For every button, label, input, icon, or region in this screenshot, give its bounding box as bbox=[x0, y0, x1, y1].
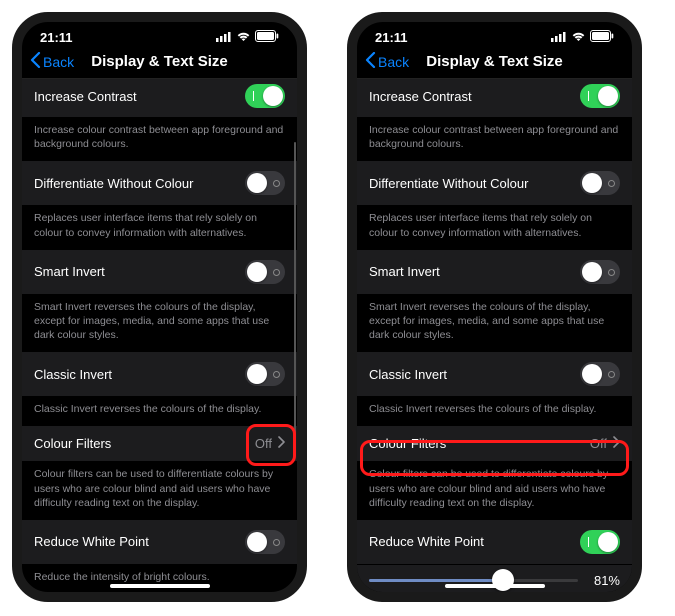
row-reduce-white-point[interactable]: Reduce White Point bbox=[22, 520, 297, 565]
chevron-right-icon bbox=[278, 436, 285, 451]
row-label: Differentiate Without Colour bbox=[34, 176, 193, 191]
row-label: Increase Contrast bbox=[34, 89, 137, 104]
scroll-indicator bbox=[294, 142, 296, 442]
status-bar: 21:11 bbox=[22, 22, 297, 47]
wifi-icon bbox=[236, 30, 251, 45]
row-label: Colour Filters bbox=[369, 436, 446, 451]
phone-right: 21:11 Back Display & Text Size Increase … bbox=[347, 12, 642, 602]
row-diff-without-colour[interactable]: Differentiate Without Colour bbox=[22, 161, 297, 206]
slider-thumb[interactable] bbox=[492, 569, 514, 591]
status-indicators bbox=[551, 30, 614, 45]
settings-list[interactable]: Increase Contrast Increase colour contra… bbox=[357, 79, 632, 592]
row-label: Classic Invert bbox=[34, 367, 112, 382]
status-time: 21:11 bbox=[40, 30, 73, 45]
row-increase-contrast[interactable]: Increase Contrast bbox=[22, 79, 297, 118]
home-indicator[interactable] bbox=[445, 584, 545, 588]
row-desc: Classic Invert reverses the colours of t… bbox=[357, 397, 632, 426]
toggle-reduce-white-point[interactable] bbox=[580, 530, 620, 554]
row-desc: Increase colour contrast between app for… bbox=[357, 118, 632, 161]
white-point-slider[interactable] bbox=[369, 579, 578, 582]
back-label: Back bbox=[378, 54, 409, 70]
toggle-increase-contrast[interactable] bbox=[245, 84, 285, 108]
row-label: Increase Contrast bbox=[369, 89, 472, 104]
toggle-classic-invert[interactable] bbox=[580, 362, 620, 386]
toggle-diff-without-colour[interactable] bbox=[580, 171, 620, 195]
home-indicator[interactable] bbox=[110, 584, 210, 588]
toggle-increase-contrast[interactable] bbox=[580, 84, 620, 108]
row-smart-invert[interactable]: Smart Invert bbox=[357, 250, 632, 295]
toggle-smart-invert[interactable] bbox=[580, 260, 620, 284]
row-colour-filters[interactable]: Colour Filters Off bbox=[22, 426, 297, 462]
signal-icon bbox=[216, 30, 232, 45]
toggle-diff-without-colour[interactable] bbox=[245, 171, 285, 195]
row-label: Smart Invert bbox=[369, 264, 440, 279]
row-reduce-white-point[interactable]: Reduce White Point bbox=[357, 520, 632, 565]
slider-percent: 81% bbox=[586, 573, 620, 588]
row-desc: Replaces user interface items that rely … bbox=[357, 206, 632, 249]
status-time: 21:11 bbox=[375, 30, 408, 45]
row-desc: Colour filters can be used to differenti… bbox=[22, 462, 297, 520]
chevron-left-icon bbox=[30, 52, 41, 71]
chevron-left-icon bbox=[365, 52, 376, 71]
battery-icon bbox=[255, 30, 279, 45]
toggle-reduce-white-point[interactable] bbox=[245, 530, 285, 554]
back-button[interactable]: Back bbox=[30, 52, 74, 71]
row-colour-filters[interactable]: Colour Filters Off bbox=[357, 426, 632, 462]
row-label: Differentiate Without Colour bbox=[369, 176, 528, 191]
row-increase-contrast[interactable]: Increase Contrast bbox=[357, 79, 632, 118]
back-label: Back bbox=[43, 54, 74, 70]
phone-left: 21:11 Back Display & Text Size Increase … bbox=[12, 12, 307, 602]
row-classic-invert[interactable]: Classic Invert bbox=[357, 352, 632, 397]
status-indicators bbox=[216, 30, 279, 45]
wifi-icon bbox=[571, 30, 586, 45]
row-desc: Increase colour contrast between app for… bbox=[22, 118, 297, 161]
chevron-right-icon bbox=[613, 436, 620, 451]
nav-bar: Back Display & Text Size bbox=[22, 47, 297, 79]
signal-icon bbox=[551, 30, 567, 45]
row-label: Colour Filters bbox=[34, 436, 111, 451]
row-smart-invert[interactable]: Smart Invert bbox=[22, 250, 297, 295]
slider-fill bbox=[369, 579, 503, 582]
battery-icon bbox=[590, 30, 614, 45]
row-label: Smart Invert bbox=[34, 264, 105, 279]
row-desc: Colour filters can be used to differenti… bbox=[357, 462, 632, 520]
row-desc: Smart Invert reverses the colours of the… bbox=[22, 295, 297, 353]
row-label: Reduce White Point bbox=[34, 534, 149, 549]
toggle-classic-invert[interactable] bbox=[245, 362, 285, 386]
status-bar: 21:11 bbox=[357, 22, 632, 47]
back-button[interactable]: Back bbox=[365, 52, 409, 71]
row-diff-without-colour[interactable]: Differentiate Without Colour bbox=[357, 161, 632, 206]
row-desc: Replaces user interface items that rely … bbox=[22, 206, 297, 249]
settings-list[interactable]: Increase Contrast Increase colour contra… bbox=[22, 79, 297, 592]
row-value: Off bbox=[255, 436, 272, 451]
row-label: Classic Invert bbox=[369, 367, 447, 382]
row-desc: Classic Invert reverses the colours of t… bbox=[22, 397, 297, 426]
row-value: Off bbox=[590, 436, 607, 451]
toggle-smart-invert[interactable] bbox=[245, 260, 285, 284]
row-classic-invert[interactable]: Classic Invert bbox=[22, 352, 297, 397]
row-label: Reduce White Point bbox=[369, 534, 484, 549]
nav-bar: Back Display & Text Size bbox=[357, 47, 632, 79]
row-desc: Smart Invert reverses the colours of the… bbox=[357, 295, 632, 353]
